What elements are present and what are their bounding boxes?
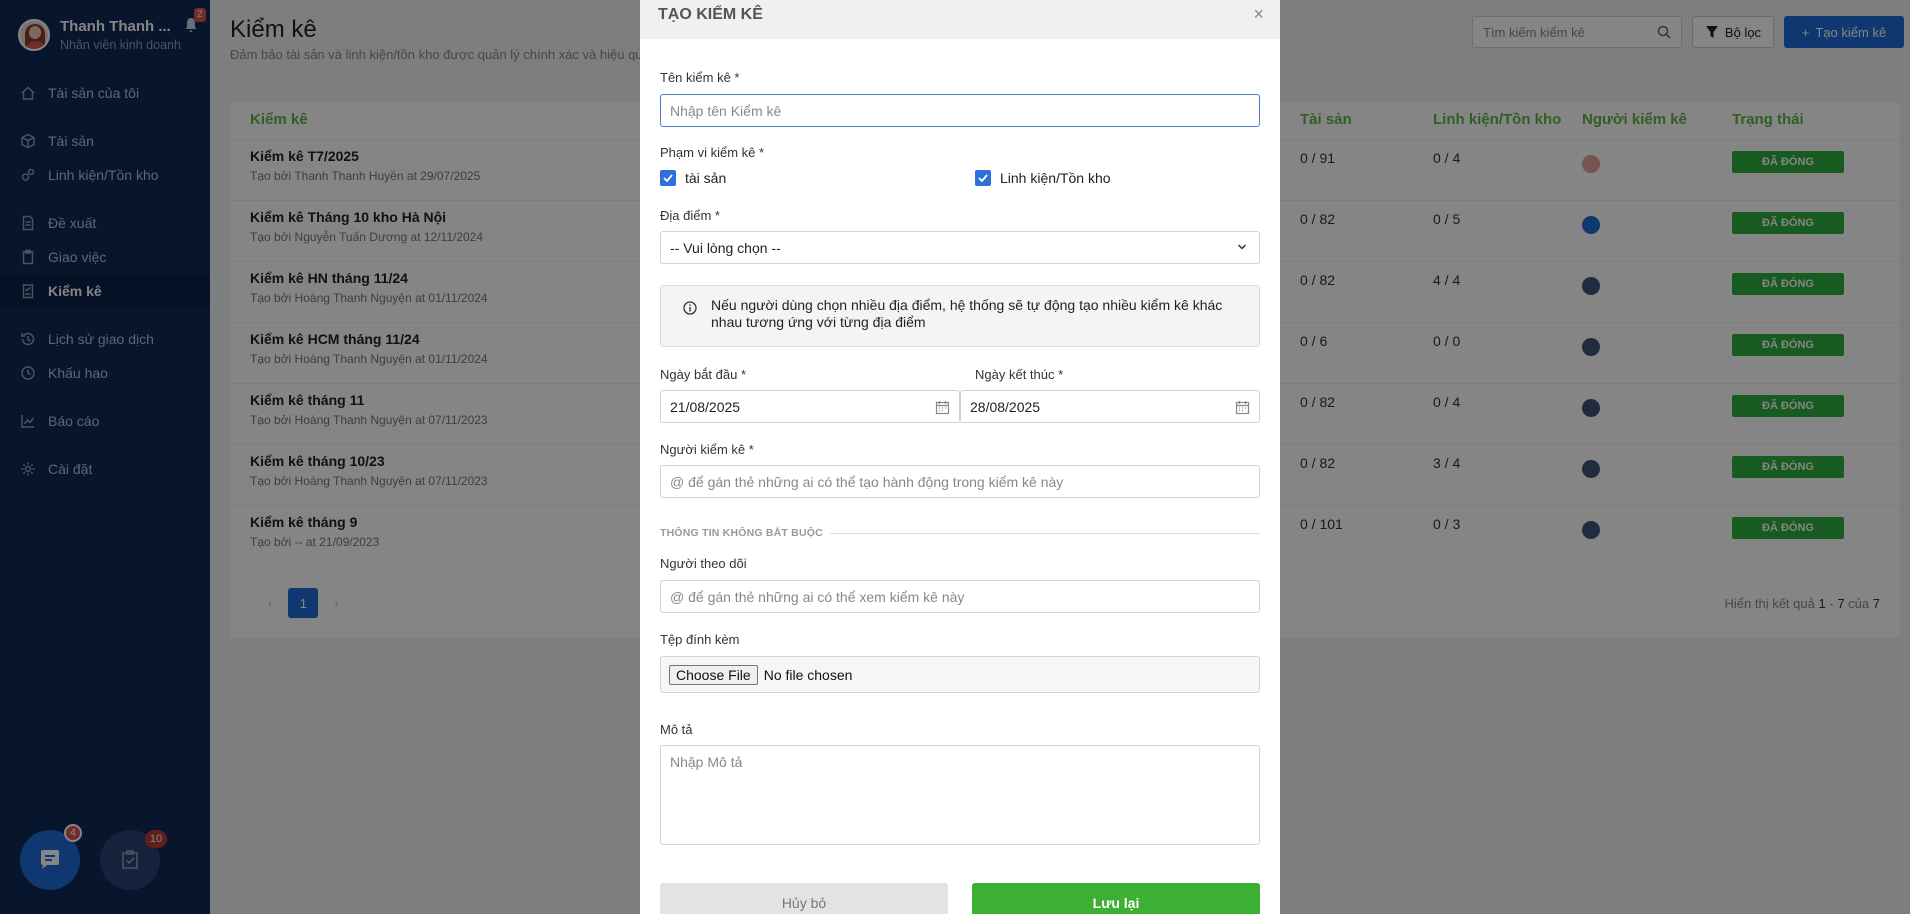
save-button[interactable]: Lưu lại — [972, 883, 1260, 914]
attachment-label: Tệp đính kèm — [660, 632, 740, 647]
description-placeholder: Nhập Mô tả — [670, 754, 743, 770]
optional-section-title: THÔNG TIN KHÔNG BẮT BUỘC — [660, 527, 823, 539]
close-icon[interactable]: × — [1253, 4, 1264, 25]
file-input[interactable]: Choose File No file chosen — [660, 656, 1260, 693]
cancel-button[interactable]: Hủy bỏ — [660, 883, 948, 914]
checkbox-checked-icon — [660, 170, 676, 186]
follower-placeholder: @ để gán thẻ những ai có thể xem kiểm kê… — [670, 589, 965, 605]
scope-assets-label: tài sản — [685, 170, 727, 186]
file-status: No file chosen — [763, 666, 853, 683]
audit-name-label: Tên kiểm kê * — [660, 70, 740, 85]
audit-name-input[interactable]: Nhập tên Kiểm kê — [660, 94, 1260, 127]
end-date-value: 28/08/2025 — [970, 399, 1041, 415]
chevron-down-icon — [1237, 244, 1247, 250]
start-date-value: 21/08/2025 — [670, 399, 741, 415]
scope-assets-checkbox[interactable]: tài sản — [660, 170, 726, 186]
checkbox-checked-icon — [975, 170, 991, 186]
end-date-label: Ngày kết thúc * — [975, 367, 1064, 382]
location-value: -- Vui lòng chọn -- — [670, 240, 781, 256]
location-info-box: Nếu người dùng chọn nhiều địa điểm, hệ t… — [660, 285, 1260, 347]
scope-label: Phạm vi kiểm kê * — [660, 145, 765, 160]
choose-file-button[interactable]: Choose File — [669, 664, 758, 685]
calendar-icon[interactable] — [1235, 400, 1250, 415]
divider — [830, 533, 1260, 534]
modal-header: TẠO KIỂM KÊ × — [640, 0, 1280, 39]
follower-input[interactable]: @ để gán thẻ những ai có thể xem kiểm kê… — [660, 580, 1260, 613]
audit-name-placeholder: Nhập tên Kiểm kê — [670, 103, 782, 119]
calendar-icon[interactable] — [935, 400, 950, 415]
modal-title: TẠO KIỂM KÊ — [658, 6, 763, 23]
create-audit-modal: TẠO KIỂM KÊ × Tên kiểm kê * Nhập tên Kiể… — [640, 0, 1280, 914]
follower-label: Người theo dõi — [660, 556, 747, 571]
auditor-placeholder: @ để gán thẻ những ai có thể tạo hành độ… — [670, 474, 1064, 490]
scope-parts-label: Linh kiện/Tồn kho — [1000, 170, 1111, 186]
scope-parts-checkbox[interactable]: Linh kiện/Tồn kho — [975, 170, 1111, 186]
info-icon — [683, 301, 697, 315]
start-date-input[interactable]: 21/08/2025 — [660, 390, 960, 423]
auditor-input[interactable]: @ để gán thẻ những ai có thể tạo hành độ… — [660, 465, 1260, 498]
location-select[interactable]: -- Vui lòng chọn -- — [660, 231, 1260, 264]
description-textarea[interactable]: Nhập Mô tả — [660, 745, 1260, 845]
description-label: Mô tả — [660, 722, 693, 737]
start-date-label: Ngày bắt đầu * — [660, 367, 747, 382]
info-text: Nếu người dùng chọn nhiều địa điểm, hệ t… — [711, 297, 1223, 330]
location-label: Địa điểm * — [660, 208, 720, 223]
auditor-label: Người kiểm kê * — [660, 442, 754, 457]
end-date-input[interactable]: 28/08/2025 — [960, 390, 1260, 423]
